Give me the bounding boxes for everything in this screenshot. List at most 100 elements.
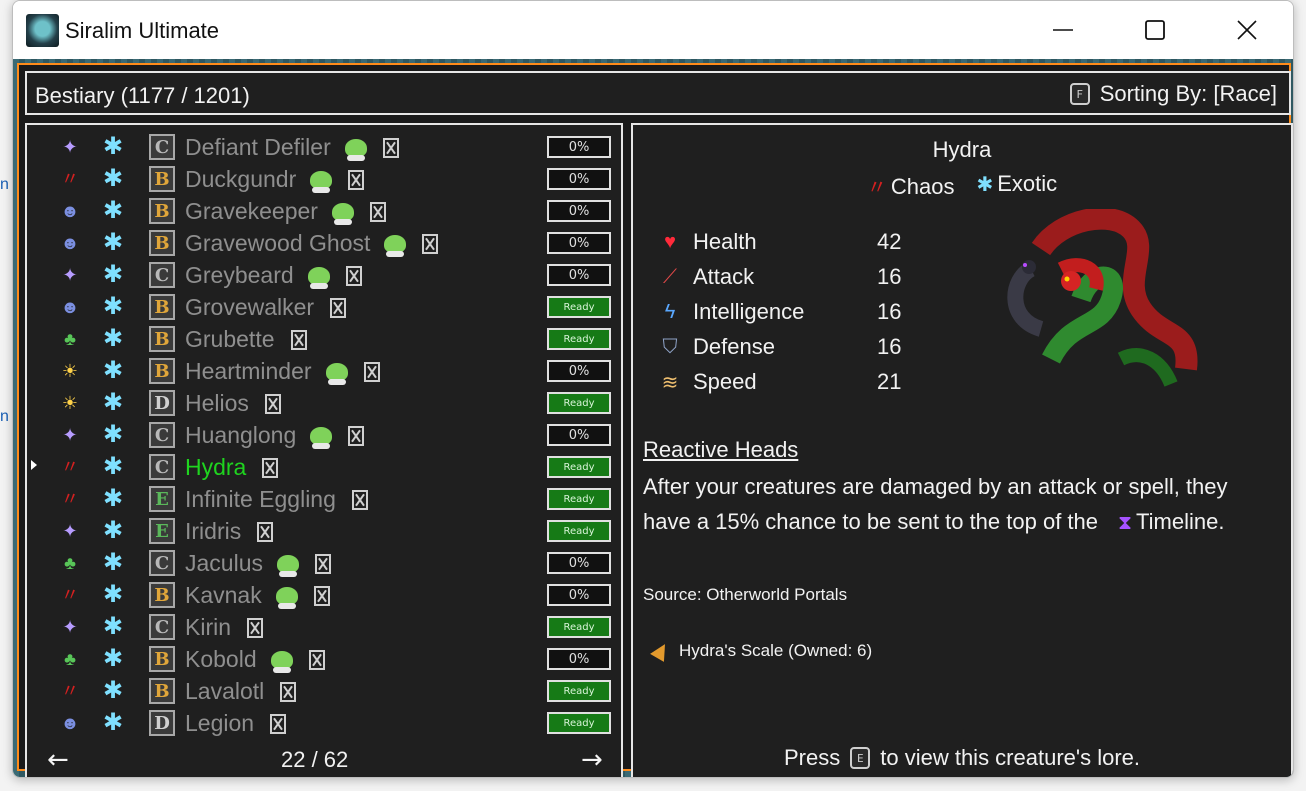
chaos-icon: 〃 — [61, 681, 79, 701]
creature-name-cell: Lavalotl — [185, 678, 297, 705]
creature-name-cell: Duckgundr — [185, 166, 365, 193]
card-unowned-icon — [247, 617, 264, 638]
creature-row-name: Defiant Defiler — [185, 134, 331, 160]
close-button[interactable] — [1201, 1, 1293, 59]
keyboard-key-icon: F — [1069, 83, 1090, 105]
creature-row[interactable]: ✦ ✱ C Greybeard 0% — [27, 259, 621, 291]
hydra-sprite — [1007, 209, 1198, 387]
stat-defense: ⛉ Defense 16 — [657, 332, 917, 362]
creature-name-cell: Hydra — [185, 454, 279, 481]
nature-icon: ♣ — [64, 553, 76, 573]
creature-row[interactable]: 〃 ✱ E Infinite Eggling Ready — [27, 483, 621, 515]
stat-label: Intelligence — [693, 299, 805, 324]
creature-row[interactable]: ♣ ✱ B Kobold 0% — [27, 643, 621, 675]
creature-row[interactable]: ✦ ✱ C Huanglong 0% — [27, 419, 621, 451]
creature-row-name: Iridris — [185, 518, 242, 544]
creature-name-cell: Grovewalker — [185, 294, 347, 321]
progress-badge: 0% — [547, 136, 611, 158]
trait-description: After your creatures are damaged by an a… — [643, 469, 1288, 541]
card-unowned-icon — [308, 649, 325, 670]
progress-badge: Ready — [547, 616, 611, 638]
stat-value: 16 — [877, 334, 902, 359]
progress-badge: 0% — [547, 232, 611, 254]
card-unowned-icon — [351, 489, 368, 510]
creature-row-name: Gravekeeper — [185, 198, 318, 224]
death-icon: ☻ — [60, 297, 80, 317]
creature-row[interactable]: ☻ ✱ D Legion Ready — [27, 707, 621, 739]
card-unowned-icon — [313, 585, 330, 606]
exotic-icon: ✱ — [102, 133, 124, 160]
creature-name-cell: Gravekeeper — [185, 198, 386, 225]
creature-row-name: Infinite Eggling — [185, 486, 336, 512]
rarity-badge: C — [149, 614, 175, 640]
exotic-icon: ✱ — [102, 549, 124, 576]
creature-row[interactable]: 〃 ✱ B Duckgundr 0% — [27, 163, 621, 195]
creature-row[interactable]: ☻ ✱ B Gravewood Ghost 0% — [27, 227, 621, 259]
app-window: Siralim Ultimate Bestiary (1177 / 1201) … — [12, 0, 1294, 778]
creature-name-cell: Kavnak — [185, 582, 330, 609]
minimize-button[interactable] — [1017, 1, 1109, 59]
creature-name-cell: Helios — [185, 390, 281, 417]
creature-row-name: Greybeard — [185, 262, 294, 288]
stat-value: 16 — [877, 299, 902, 324]
shield-icon: ⛉ — [662, 335, 678, 358]
rarity-badge: B — [149, 582, 175, 608]
creature-name-cell: Kirin — [185, 614, 264, 641]
progress-badge: Ready — [547, 712, 611, 734]
creature-row-name: Grubette — [185, 326, 275, 352]
page-indicator: 22 / 62 — [281, 747, 349, 772]
lightning-icon: ϟ — [664, 300, 676, 323]
type-exotic: ✱ Exotic — [976, 171, 1057, 200]
creature-row[interactable]: ♣ ✱ C Jaculus 0% — [27, 547, 621, 579]
rarity-badge: B — [149, 358, 175, 384]
prev-page-button[interactable]: ← — [47, 745, 69, 775]
card-unowned-icon — [290, 329, 307, 350]
creature-detail: Hydra 〃 Chaos ✱ Exotic ♥ Health 42 ⟋ Attac… — [631, 123, 1293, 777]
title-bar[interactable]: Siralim Ultimate — [13, 1, 1293, 59]
creature-name-cell: Huanglong — [185, 422, 365, 449]
creature-name: Hydra — [932, 137, 992, 162]
creature-row[interactable]: ☻ ✱ B Grovewalker Ready — [27, 291, 621, 323]
creature-row[interactable]: ☀ ✱ D Helios Ready — [27, 387, 621, 419]
arcane-icon: ✦ — [62, 521, 78, 541]
window-title: Siralim Ultimate — [65, 18, 220, 43]
stat-speed: ≋ Speed 21 — [657, 367, 917, 397]
maximize-icon — [1145, 20, 1165, 40]
sort-control[interactable]: F Sorting By: [Race] — [1069, 81, 1277, 107]
exotic-icon: ✱ — [102, 485, 124, 512]
exotic-icon: ✱ — [102, 325, 124, 352]
type-chaos: 〃 Chaos — [867, 171, 955, 200]
slime-icon — [310, 426, 333, 449]
card-unowned-icon — [314, 553, 331, 574]
nature-icon: ♣ — [64, 649, 76, 669]
rarity-badge: B — [149, 230, 175, 256]
rarity-badge: C — [149, 422, 175, 448]
rarity-badge: C — [149, 262, 175, 288]
creature-row[interactable]: ♣ ✱ B Grubette Ready — [27, 323, 621, 355]
exotic-icon: ✱ — [102, 517, 124, 544]
creature-row-name: Legion — [185, 710, 255, 736]
creature-row[interactable]: ✦ ✱ C Defiant Defiler 0% — [27, 131, 621, 163]
keyboard-key-icon[interactable]: E — [850, 747, 871, 769]
rarity-badge: B — [149, 198, 175, 224]
creature-row[interactable]: ☀ ✱ B Heartminder 0% — [27, 355, 621, 387]
card-unowned-icon — [262, 457, 279, 478]
life-icon: ☀ — [61, 393, 79, 413]
creature-row-name: Lavalotl — [185, 678, 265, 704]
next-page-button[interactable]: → — [581, 745, 603, 775]
creature-row[interactable]: 〃 ✱ B Lavalotl Ready — [27, 675, 621, 707]
maximize-button[interactable] — [1109, 1, 1201, 59]
card-unowned-icon — [257, 521, 274, 542]
creature-row-name: Heartminder — [185, 358, 312, 384]
creature-row[interactable]: ☻ ✱ B Gravekeeper 0% — [27, 195, 621, 227]
stat-label: Speed — [693, 369, 757, 394]
creature-row[interactable]: 〃 ✱ B Kavnak 0% — [27, 579, 621, 611]
exotic-icon: ✱ — [102, 645, 124, 672]
creature-row[interactable]: ✦ ✱ C Kirin Ready — [27, 611, 621, 643]
creature-row[interactable]: ✦ ✱ E Iridris Ready — [27, 515, 621, 547]
creature-row[interactable]: 〃 ✱ C Hydra Ready — [27, 451, 621, 483]
creature-name-cell: Heartminder — [185, 358, 380, 385]
material-entry: Hydra's Scale (Owned: 6) — [650, 640, 872, 662]
exotic-icon: ✱ — [102, 293, 124, 320]
slime-icon — [276, 554, 299, 577]
